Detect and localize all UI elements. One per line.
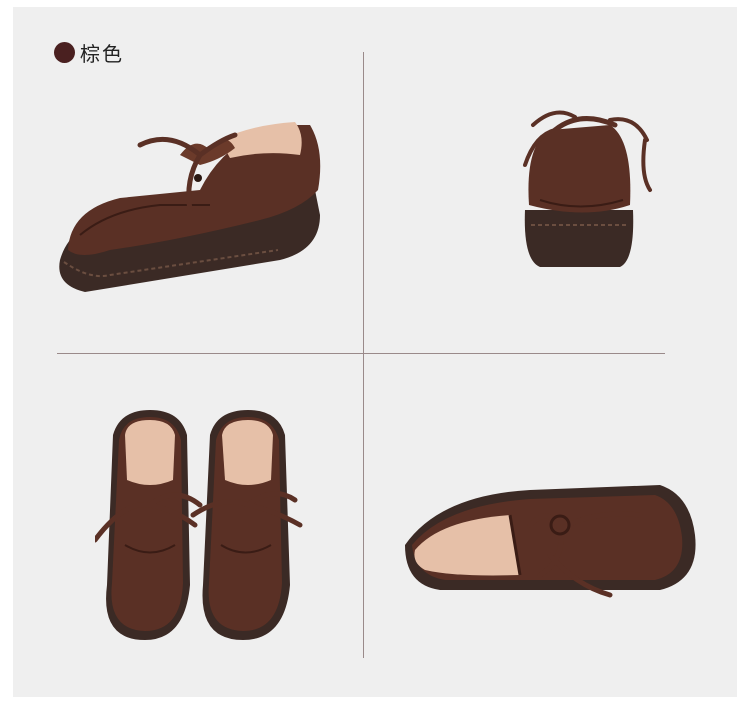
shoe-back-image [523,110,652,267]
shoe-pair-top-image [95,410,303,640]
shoe-side-angle-image [59,122,321,292]
vertical-divider [363,52,364,658]
color-variant-label: 棕色 [54,38,124,67]
shoe-side-tilted-image [405,485,696,598]
horizontal-divider [57,353,665,354]
color-swatch [54,42,75,63]
color-name: 棕色 [80,42,124,66]
